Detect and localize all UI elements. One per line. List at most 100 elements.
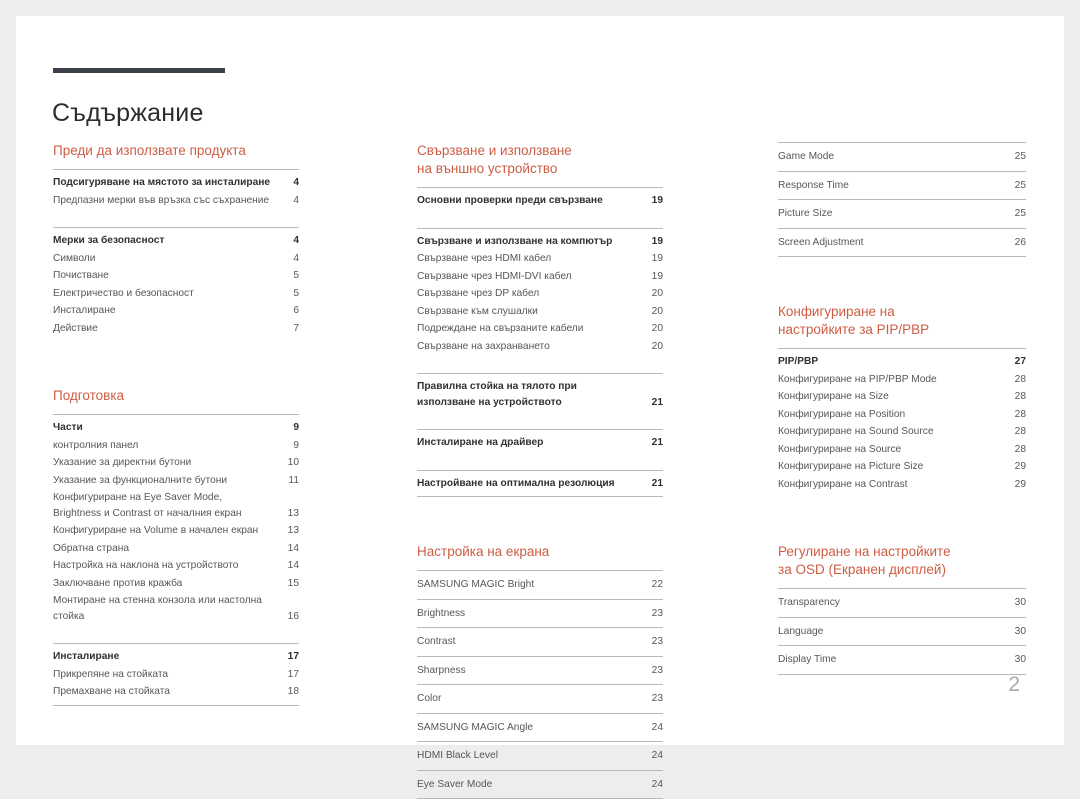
toc-group: Инсталиране17Прикрепяне на стойката17Пре… (53, 643, 299, 706)
toc-entry[interactable]: Прикрепяне на стойката17 (53, 666, 299, 684)
toc-entry[interactable]: Символи4 (53, 250, 299, 268)
toc-entry[interactable]: Response Time25 (778, 172, 1026, 201)
toc-entry-page: 21 (645, 435, 663, 451)
toc-entry[interactable]: Правилна стойка на тялото при използване… (417, 378, 663, 411)
toc-entry[interactable]: Подсигуряване на мястото за инсталиране4 (53, 174, 299, 192)
toc-entry-label: Свързване и използване на компютър (417, 234, 645, 250)
toc-column-3: Game Mode25Response Time25Picture Size25… (778, 142, 1026, 675)
toc-entry[interactable]: Конфигуриране на Source28 (778, 441, 1026, 459)
toc-entry-label: Contrast (417, 634, 645, 650)
toc-entry[interactable]: Указание за функционалните бутони11 (53, 472, 299, 490)
toc-entry[interactable]: Sharpness23 (417, 657, 663, 686)
toc-entry-page: 24 (645, 720, 663, 736)
toc-entry-label: Screen Adjustment (778, 235, 1008, 251)
toc-entry-page: 15 (281, 576, 299, 592)
toc-entry[interactable]: Предпазни мерки във връзка със съхранени… (53, 192, 299, 210)
toc-entry[interactable]: Конфигуриране на PIP/PBP Mode28 (778, 371, 1026, 389)
toc-entry[interactable]: Eye Saver Mode24 (417, 771, 663, 799)
toc-entry[interactable]: Действие7 (53, 320, 299, 338)
toc-entry-page: 4 (281, 251, 299, 267)
toc-entry[interactable]: Мерки за безопасност4 (53, 232, 299, 250)
toc-section-heading: Преди да използвате продукта (53, 142, 299, 160)
toc-entry[interactable]: Конфигуриране на Picture Size29 (778, 458, 1026, 476)
toc-entry-page: 19 (645, 269, 663, 285)
document-page: Съдържание Преди да използвате продуктаП… (16, 16, 1064, 745)
toc-section: Свързване и използванена външно устройст… (417, 142, 663, 497)
toc-entry[interactable]: HDMI Black Level24 (417, 742, 663, 771)
toc-entry[interactable]: Свързване на захранването20 (417, 338, 663, 356)
toc-entry[interactable]: Transparency30 (778, 589, 1026, 618)
toc-entry-page: 25 (1008, 178, 1026, 194)
toc-entry[interactable]: Части9 (53, 419, 299, 437)
toc-entry[interactable]: Свързване и използване на компютър19 (417, 233, 663, 251)
toc-entry[interactable]: Game Mode25 (778, 143, 1026, 172)
toc-entry[interactable]: Display Time30 (778, 646, 1026, 675)
toc-entry-page: 25 (1008, 149, 1026, 165)
toc-entry-page: 9 (281, 420, 299, 436)
toc-entry[interactable]: SAMSUNG MAGIC Bright22 (417, 571, 663, 600)
toc-entry-page: 9 (281, 438, 299, 454)
toc-entry[interactable]: контролния панел9 (53, 437, 299, 455)
toc-entry[interactable]: Color23 (417, 685, 663, 714)
toc-entry[interactable]: Конфигуриране на Eye Saver Mode, Brightn… (53, 489, 299, 522)
toc-entry[interactable]: Настройка на наклона на устройството14 (53, 557, 299, 575)
toc-entry-page: 30 (1008, 652, 1026, 668)
toc-entry-page: 5 (281, 268, 299, 284)
toc-entry[interactable]: Настройване на оптимална резолюция21 (417, 475, 663, 493)
toc-entry[interactable]: PIP/PBP27 (778, 353, 1026, 371)
toc-entry-page: 6 (281, 303, 299, 319)
toc-entry-label: Конфигуриране на Size (778, 389, 1008, 405)
toc-entry-page: 30 (1008, 624, 1026, 640)
toc-entry-page: 23 (645, 634, 663, 650)
toc-entry[interactable]: Заключване против кражба15 (53, 575, 299, 593)
toc-entry[interactable]: Contrast23 (417, 628, 663, 657)
toc-entry[interactable]: Brightness23 (417, 600, 663, 629)
section-spacer (417, 497, 663, 543)
toc-entry[interactable]: Конфигуриране на Sound Source28 (778, 423, 1026, 441)
toc-entry[interactable]: Инсталиране17 (53, 648, 299, 666)
toc-section: Конфигуриране нанастройките за PIP/PBPPI… (778, 303, 1026, 497)
toc-entry[interactable]: Конфигуриране на Contrast29 (778, 476, 1026, 494)
group-spacer (417, 359, 663, 373)
toc-entry[interactable]: Свързване към слушалки20 (417, 303, 663, 321)
toc-entry-label: Конфигуриране на Position (778, 407, 1008, 423)
toc-entry[interactable]: Инсталиране на драйвер21 (417, 434, 663, 452)
toc-entry-page: 16 (281, 609, 299, 625)
toc-entry[interactable]: Свързване чрез DP кабел20 (417, 285, 663, 303)
toc-entry[interactable]: Picture Size25 (778, 200, 1026, 229)
toc-group: SAMSUNG MAGIC Bright22Brightness23Contra… (417, 570, 663, 799)
toc-entry[interactable]: Премахване на стойката18 (53, 683, 299, 701)
toc-entry[interactable]: Указание за директни бутони10 (53, 454, 299, 472)
toc-entry-page: 19 (645, 193, 663, 209)
toc-entry-label: Response Time (778, 178, 1008, 194)
toc-entry[interactable]: Свързване чрез HDMI кабел19 (417, 250, 663, 268)
toc-group: Game Mode25Response Time25Picture Size25… (778, 142, 1026, 257)
toc-group: Основни проверки преди свързване19 (417, 187, 663, 214)
toc-entry-page: 28 (1008, 389, 1026, 405)
toc-entry[interactable]: Конфигуриране на Size28 (778, 388, 1026, 406)
toc-entry[interactable]: Screen Adjustment26 (778, 229, 1026, 258)
toc-entry-label: Свързване чрез HDMI кабел (417, 251, 645, 267)
toc-entry[interactable]: Подреждане на свързаните кабели20 (417, 320, 663, 338)
toc-section-heading-line2: на външно устройство (417, 160, 663, 178)
toc-entry[interactable]: Обратна страна14 (53, 540, 299, 558)
toc-entry[interactable]: Инсталиране6 (53, 302, 299, 320)
page-number: 2 (1008, 673, 1020, 697)
toc-entry[interactable]: Конфигуриране на Volume в начален екран1… (53, 522, 299, 540)
toc-entry[interactable]: SAMSUNG MAGIC Angle24 (417, 714, 663, 743)
toc-section: Game Mode25Response Time25Picture Size25… (778, 142, 1026, 257)
toc-entry-page: 25 (1008, 206, 1026, 222)
toc-entry[interactable]: Language30 (778, 618, 1026, 647)
toc-entry-label: Премахване на стойката (53, 684, 281, 700)
group-spacer (417, 456, 663, 470)
toc-entry-label: Sharpness (417, 663, 645, 679)
toc-entry-label: Части (53, 420, 281, 436)
toc-entry-label: Правилна стойка на тялото при използване… (417, 379, 637, 410)
toc-entry[interactable]: Конфигуриране на Position28 (778, 406, 1026, 424)
toc-entry[interactable]: Основни проверки преди свързване19 (417, 192, 663, 210)
toc-entry[interactable]: Свързване чрез HDMI-DVI кабел19 (417, 268, 663, 286)
toc-entry[interactable]: Електричество и безопасност5 (53, 285, 299, 303)
toc-entry[interactable]: Почистване5 (53, 267, 299, 285)
toc-entry[interactable]: Монтиране на стенна конзола или настолна… (53, 592, 299, 625)
toc-entry-page: 28 (1008, 372, 1026, 388)
